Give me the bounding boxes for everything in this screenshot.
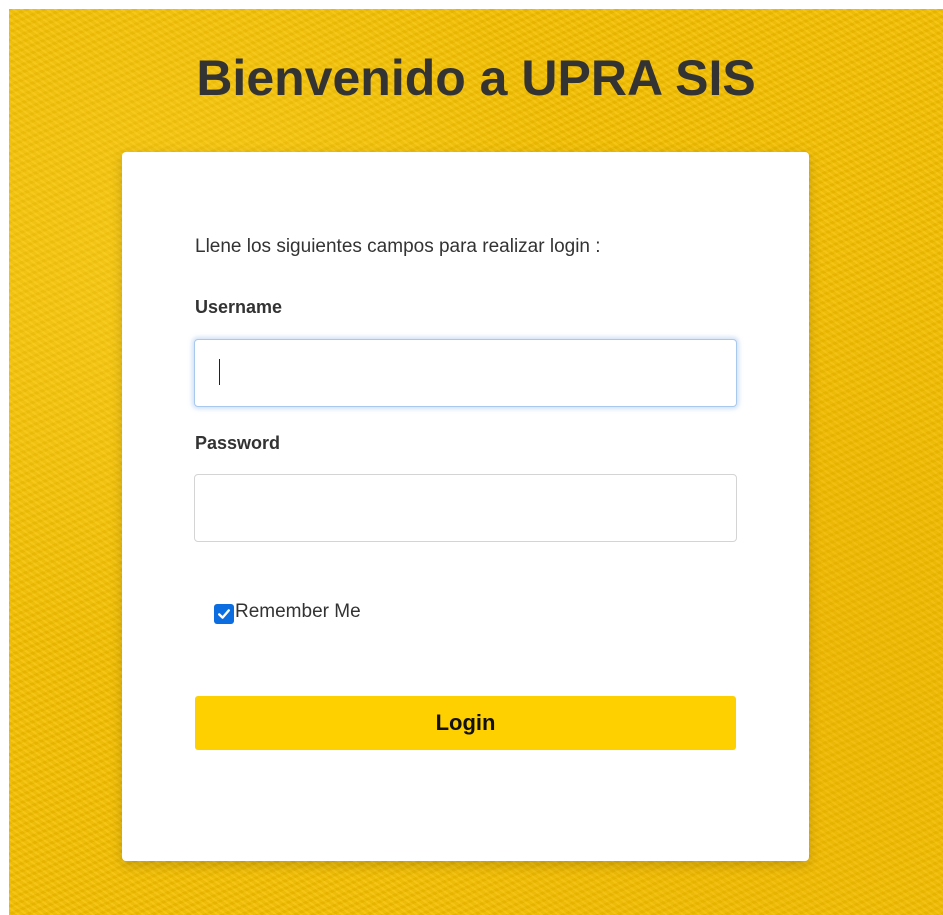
text-cursor [219, 359, 220, 385]
username-label: Username [195, 297, 283, 317]
login-button[interactable]: Login [195, 696, 736, 750]
page-background: Bienvenido a UPRA SIS Llene los siguient… [9, 9, 943, 915]
remember-me-label: Remember Me [235, 601, 361, 622]
password-input[interactable] [194, 474, 737, 542]
login-card: Llene los siguientes campos para realiza… [122, 152, 809, 861]
username-input[interactable] [194, 339, 737, 407]
remember-me-checkbox[interactable] [214, 604, 234, 624]
checkmark-icon [218, 609, 230, 619]
remember-me-option[interactable]: Remember Me [214, 600, 361, 624]
login-instructions: Llene los siguientes campos para realiza… [195, 236, 601, 257]
page-title: Bienvenido a UPRA SIS [196, 50, 756, 106]
password-label: Password [195, 433, 281, 453]
